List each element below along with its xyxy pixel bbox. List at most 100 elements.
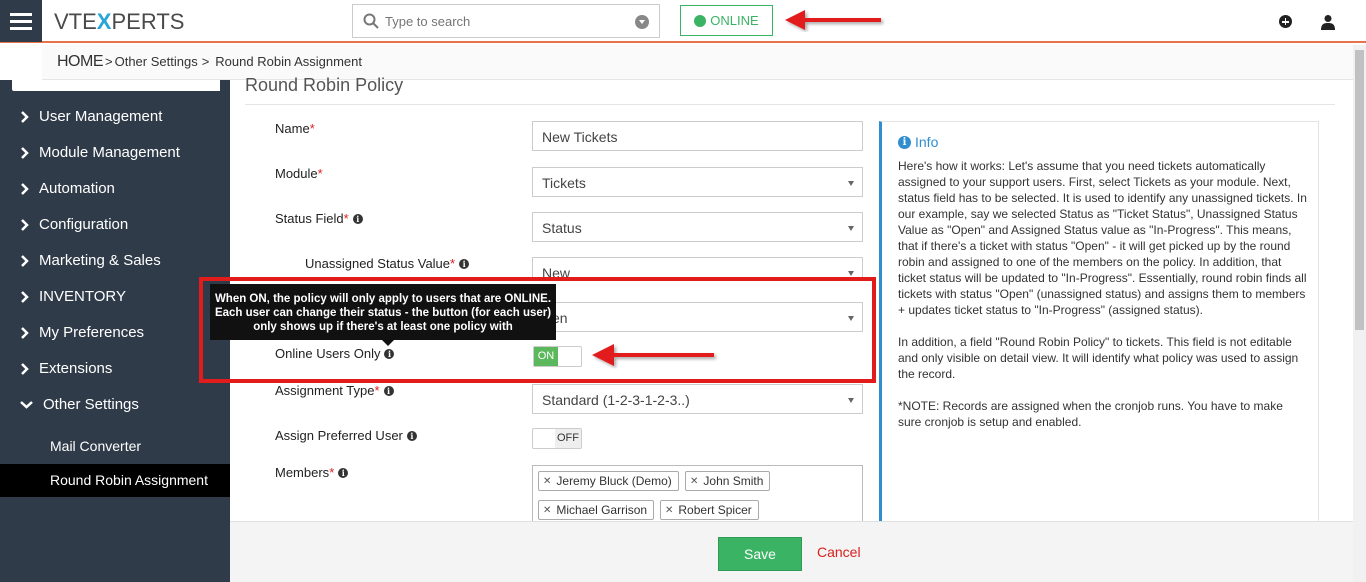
breadcrumb-other-settings[interactable]: Other Settings [115,54,198,69]
required-mark: * [450,256,456,271]
sidebar-subitem-round-robin[interactable]: Round Robin Assignment [50,472,208,488]
module-label-text: Module [275,166,318,181]
status-field-select[interactable]: Status [532,212,863,242]
sidebar-search-strip [12,80,220,91]
member-tag[interactable]: ✕ Robert Spicer [660,500,759,520]
breadcrumb-round-robin[interactable]: Round Robin Assignment [215,54,362,69]
scrollbar-thumb[interactable] [1355,50,1364,330]
sidebar-item-label: User Management [39,108,163,125]
sidebar: User Management Module Management Automa… [0,80,230,582]
breadcrumb-separator: > [105,54,113,69]
remove-icon[interactable]: ✕ [665,505,673,516]
member-tag-label: Jeremy Bluck (Demo) [556,474,672,488]
required-mark: * [317,166,323,181]
assignment-type-value: Standard (1-2-3-1-2-3..) [542,392,690,408]
online-status-label: ONLINE [710,13,759,28]
info-icon[interactable]: i [406,430,417,441]
assignment-type-label: Assignment Type * i [275,383,394,398]
search-icon [363,13,379,29]
chevron-right-icon [21,146,29,159]
member-tag[interactable]: ✕ Michael Garrison [538,500,655,520]
chevron-right-icon [21,326,29,339]
module-value: Tickets [542,175,586,191]
sidebar-item-inventory[interactable]: INVENTORY [20,288,126,305]
breadcrumb-bar: HOME > Other Settings > Round Robin Assi… [0,45,1366,80]
assign-preferred-label: Assign Preferred User i [275,428,417,443]
assignment-type-select[interactable]: Standard (1-2-3-1-2-3..) [532,384,863,414]
status-field-label: Status Field * i [275,211,363,226]
breadcrumb-home[interactable]: HOME [57,53,104,71]
chevron-right-icon [21,254,29,267]
dropdown-arrow-icon [848,271,854,276]
sidebar-item-label: Extensions [39,360,113,377]
member-tag[interactable]: ✕ John Smith [685,471,771,491]
name-label: Name * [275,121,315,136]
dropdown-arrow-icon [848,226,854,231]
info-paragraph: *NOTE: Records are assigned when the cro… [898,399,1283,429]
toggle-off-label: OFF [555,429,581,448]
info-icon[interactable]: i [383,385,394,396]
top-bar: VTEXPERTS ONLINE [0,0,1366,43]
sidebar-item-module-management[interactable]: Module Management [20,144,180,161]
member-tag[interactable]: ✕ Jeremy Bluck (Demo) [538,471,679,491]
info-icon[interactable]: i [352,213,363,224]
save-button[interactable]: Save [718,537,802,571]
sidebar-item-label: My Preferences [39,324,145,341]
chevron-right-icon [21,110,29,123]
tooltip-line: Each user can change their status - the … [214,307,552,319]
sidebar-item-extensions[interactable]: Extensions [20,360,112,377]
sidebar-item-label: Automation [39,180,115,197]
page-scrollbar[interactable] [1353,45,1366,582]
required-mark: * [309,121,315,136]
chat-bubble-icon [694,14,707,27]
form-footer: Save Cancel [230,521,1353,582]
chevron-right-icon [21,218,29,231]
sidebar-item-label: Other Settings [43,396,139,413]
sidebar-subitem-mail-converter[interactable]: Mail Converter [50,438,141,454]
name-field[interactable]: New Tickets [532,121,863,151]
search-input[interactable] [385,13,625,29]
breadcrumb-spacer [0,45,42,80]
remove-icon[interactable]: ✕ [543,476,551,487]
sidebar-item-user-management[interactable]: User Management [20,108,162,125]
logo-text-left: VTE [54,9,97,34]
info-icon[interactable]: i [459,258,470,269]
info-panel: i Info Here's how it works: Let's assume … [879,121,1319,522]
chevron-down-icon[interactable] [635,15,649,29]
hamburger-menu-icon[interactable] [0,0,42,42]
required-mark: * [374,383,380,398]
info-circle-icon: i [898,135,911,149]
status-field-label-text: Status Field [275,211,344,226]
sidebar-item-automation[interactable]: Automation [20,180,115,197]
info-paragraph: In addition, a field "Round Robin Policy… [898,335,1299,381]
sidebar-item-label: Configuration [39,216,129,233]
name-label-text: Name [275,121,310,136]
assign-preferred-toggle[interactable]: OFF [532,428,582,449]
info-icon[interactable]: i [338,467,349,478]
member-tag-label: John Smith [703,474,764,488]
sidebar-item-other-settings[interactable]: Other Settings [20,396,139,413]
info-title-text: Info [915,134,939,150]
cancel-link[interactable]: Cancel [817,544,861,560]
remove-icon[interactable]: ✕ [543,505,551,516]
name-value: New Tickets [542,129,618,145]
unassigned-status-label-text: Unassigned Status Value [305,256,451,271]
annotation-arrow-top [785,10,881,30]
global-search[interactable] [352,4,660,38]
dropdown-arrow-icon [848,398,854,403]
module-select[interactable]: Tickets [532,167,863,197]
sidebar-item-my-preferences[interactable]: My Preferences [20,324,144,341]
sidebar-item-marketing-sales[interactable]: Marketing & Sales [20,252,161,269]
members-multiselect[interactable]: ✕ Jeremy Bluck (Demo) ✕ John Smith ✕ Michae… [532,465,863,522]
annotation-arrow-toggle [592,344,714,366]
chevron-right-icon [21,362,29,375]
sidebar-item-configuration[interactable]: Configuration [20,216,128,233]
user-icon[interactable] [1321,14,1335,30]
unassigned-status-label: Unassigned Status Value * i [305,256,470,271]
remove-icon[interactable]: ✕ [690,476,698,487]
add-plus-icon[interactable] [1279,15,1292,28]
online-status-button[interactable]: ONLINE [680,5,773,36]
online-users-tooltip: When ON, the policy will only apply to u… [210,284,556,346]
logo[interactable]: VTEXPERTS [54,9,184,35]
dropdown-arrow-icon [848,181,854,186]
